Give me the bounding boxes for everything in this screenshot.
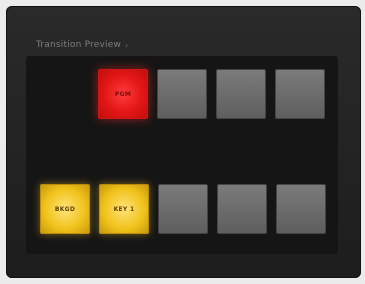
chevron-right-icon[interactable]: › (125, 41, 128, 50)
pgm-button[interactable]: PGM (98, 69, 148, 119)
bkgd-button[interactable]: BKGD (40, 184, 90, 234)
key1-button[interactable]: KEY 1 (99, 184, 149, 234)
bottom-row-button-3[interactable] (158, 184, 208, 234)
top-row-button-3[interactable] (216, 69, 266, 119)
bottom-row-button-4[interactable] (217, 184, 267, 234)
top-row-button-2[interactable] (157, 69, 207, 119)
top-row-button-4[interactable] (275, 69, 325, 119)
panel-title: Transition Preview › (36, 40, 128, 50)
button-matrix: PGM BKGD KEY 1 (26, 56, 338, 254)
panel-title-text: Transition Preview (36, 40, 122, 50)
bottom-row-button-5[interactable] (276, 184, 326, 234)
